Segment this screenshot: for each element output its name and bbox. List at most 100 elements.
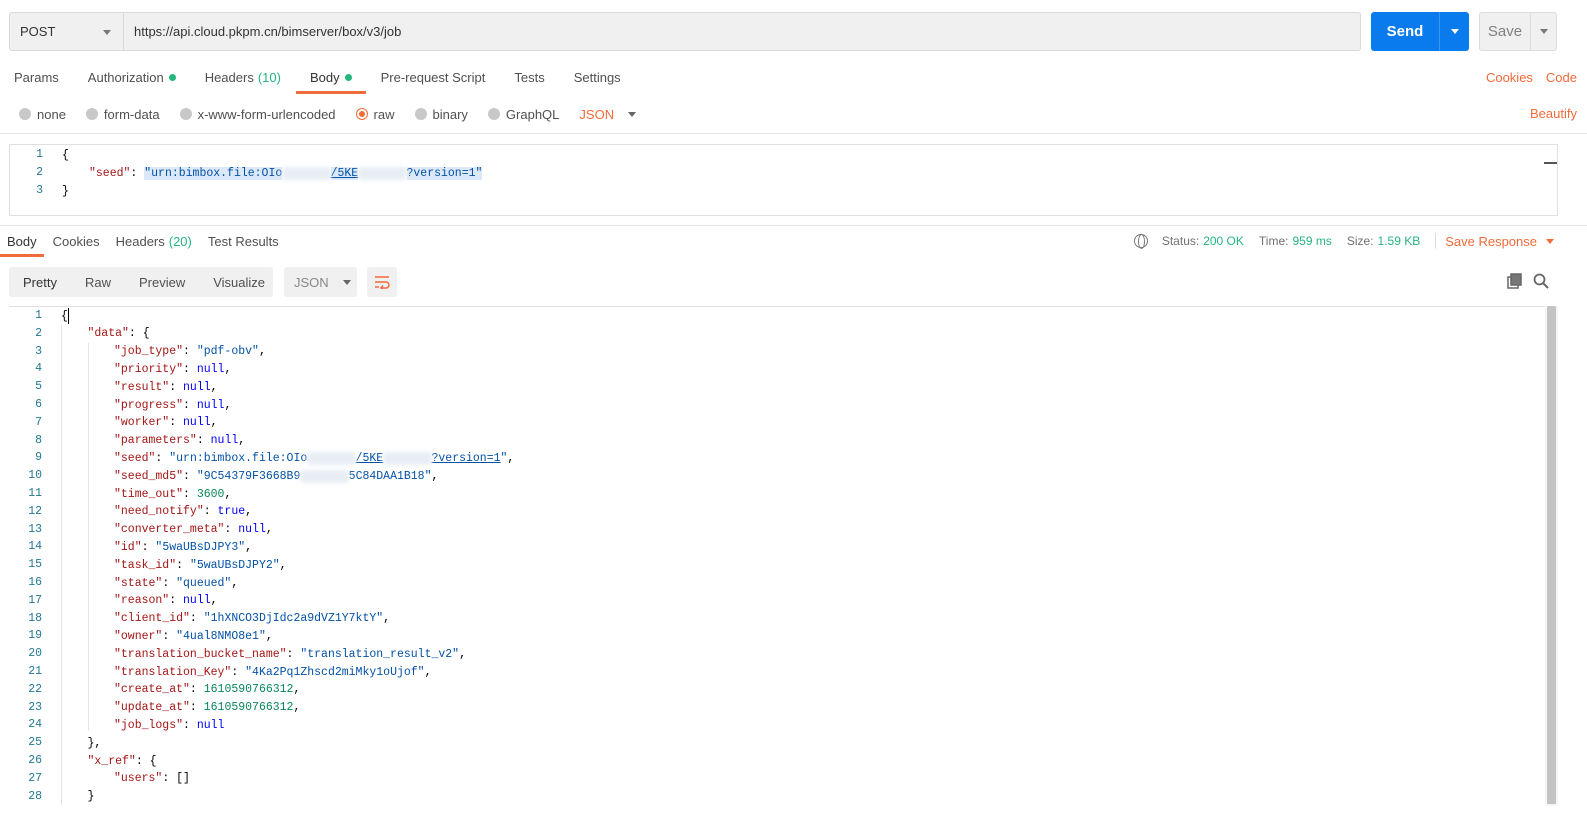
json-token-key: "result"	[114, 380, 170, 394]
send-options-chevron-down-icon[interactable]	[1439, 12, 1469, 51]
line-number: 20	[28, 647, 42, 661]
tab-body[interactable]: Body	[296, 62, 366, 94]
tab-test-results[interactable]: Test Results	[208, 226, 279, 256]
code-line: "result": null,	[114, 378, 218, 396]
status-dot-icon	[168, 73, 176, 81]
scroll-indicator[interactable]	[1544, 162, 1557, 164]
line-number: 28	[28, 789, 42, 803]
json-token-punct: :	[183, 487, 197, 501]
view-raw-label: Raw	[84, 274, 111, 290]
beautify-link[interactable]: Beautify	[1530, 106, 1577, 121]
json-token-key: "seed_md5"	[114, 469, 184, 483]
code-link[interactable]: Code	[1546, 70, 1577, 85]
radio-none[interactable]: none	[19, 107, 66, 122]
request-body-editor[interactable]: 1 2 3 { "seed": "urn:bimbox.file:OIoxxxx…	[9, 144, 1558, 216]
radio-none-label: none	[37, 106, 66, 122]
radio-urlencoded[interactable]: x-www-form-urlencoded	[179, 107, 336, 122]
view-visualize-label: Visualize	[213, 274, 266, 290]
json-key: "seed"	[89, 166, 131, 180]
code-line: "create_at": 1610590766312,	[114, 681, 300, 699]
view-raw[interactable]: Raw	[71, 267, 125, 297]
method-label: POST	[20, 24, 56, 39]
tab-response-headers[interactable]: Headers (20)	[116, 226, 192, 256]
wrap-lines-button[interactable]	[367, 267, 397, 297]
json-token-key: "id"	[114, 540, 142, 554]
radio-icon	[19, 108, 31, 120]
url-input[interactable]	[124, 13, 1360, 50]
tab-body-label: Body	[309, 69, 340, 85]
code-line: "x_ref": {	[88, 752, 157, 770]
request-tabs: Params Authorization Headers (10) Body Pr…	[14, 62, 650, 94]
response-format-label: JSON	[294, 274, 329, 290]
tab-settings[interactable]: Settings	[574, 62, 621, 92]
redacted-text: xxxxxxx	[282, 166, 331, 180]
chevron-down-icon	[342, 279, 351, 285]
json-token-kw: true	[217, 505, 246, 519]
json-token-punct: : []	[162, 772, 190, 786]
method-select[interactable]: POST	[10, 13, 124, 50]
json-token-punct: ,	[293, 701, 301, 715]
redacted-text: xxxxxxx	[307, 451, 356, 465]
time-value: 959 ms	[1292, 234, 1332, 248]
code-line: "converter_meta": null,	[114, 521, 273, 539]
body-format-select[interactable]: JSON	[579, 107, 637, 122]
cookies-link[interactable]: Cookies	[1486, 70, 1533, 85]
json-token-punct: ,	[224, 362, 232, 376]
code-line: }	[88, 788, 95, 806]
request-bar: POST	[9, 12, 1361, 51]
json-token-kw: null	[183, 594, 211, 608]
json-token-key: "create_at"	[114, 683, 190, 697]
line-number: 6	[35, 398, 42, 411]
line-number: 2	[36, 166, 43, 179]
json-token-punct: ,	[507, 451, 515, 465]
send-button[interactable]: Send	[1371, 12, 1469, 51]
json-string: ?version=1"	[406, 166, 483, 180]
tab-authorization[interactable]: Authorization	[88, 62, 176, 92]
tab-response-body-label: Body	[7, 233, 37, 249]
json-token-punct: ,	[224, 398, 232, 412]
code-line: {	[61, 307, 68, 325]
line-number: 26	[28, 754, 42, 767]
code-line: "seed_md5": "9C54379F3668B9xxxxxxx5C84DA…	[114, 467, 438, 485]
radio-raw[interactable]: raw	[355, 107, 395, 122]
response-body-viewer[interactable]: 1{2 "data": {3 "job_type": "pdf-obv", 4 "pri…	[9, 306, 1558, 824]
view-preview[interactable]: Preview	[125, 267, 199, 297]
view-pretty[interactable]: Pretty	[9, 267, 71, 297]
json-token-key: "translation_Key"	[114, 665, 232, 679]
radio-graphql[interactable]: GraphQL	[487, 107, 559, 122]
tab-params[interactable]: Params	[14, 62, 59, 92]
radio-binary[interactable]: binary	[414, 107, 468, 122]
json-token-str: "4Ka2Pq1Zhscd2miMky1oUjof"	[245, 665, 425, 679]
radio-form-data[interactable]: form-data	[85, 106, 160, 122]
scrollbar-thumb[interactable]	[1547, 306, 1556, 804]
save-options-chevron-down-icon[interactable]	[1530, 13, 1556, 50]
json-token-punct: :	[189, 612, 204, 626]
response-format-select[interactable]: JSON	[284, 267, 357, 297]
tab-response-cookies[interactable]: Cookies	[53, 226, 100, 256]
tab-prerequest-script[interactable]: Pre-request Script	[381, 62, 486, 92]
response-headers-count: (20)	[168, 233, 192, 249]
divider	[0, 133, 1587, 134]
radio-form-data-label: form-data	[103, 106, 160, 122]
json-token-punct: :	[183, 345, 197, 359]
divider	[1435, 233, 1437, 249]
search-icon[interactable]	[1532, 272, 1550, 290]
json-token-key: "time_out"	[114, 487, 184, 501]
line-number: 15	[28, 558, 42, 572]
save-response-button[interactable]: Save Response	[1445, 234, 1554, 249]
json-token-punct: {	[61, 309, 68, 323]
view-visualize[interactable]: Visualize	[199, 267, 279, 297]
json-token-kw: null	[196, 362, 225, 376]
copy-icon[interactable]	[1506, 272, 1524, 290]
line-number: 5	[35, 380, 42, 394]
globe-icon[interactable]	[1133, 234, 1148, 249]
tab-tests[interactable]: Tests	[514, 62, 544, 92]
json-token-key: "job_logs"	[114, 718, 184, 732]
tab-headers[interactable]: Headers (10)	[205, 62, 281, 92]
json-token-punct: :	[155, 451, 170, 465]
json-token-str: "pdf-obv"	[196, 345, 259, 359]
json-token-punct: :	[183, 362, 197, 376]
tab-prerequest-label: Pre-request Script	[380, 69, 486, 85]
save-button[interactable]: Save	[1479, 12, 1557, 51]
tab-response-body[interactable]: Body	[0, 226, 44, 257]
